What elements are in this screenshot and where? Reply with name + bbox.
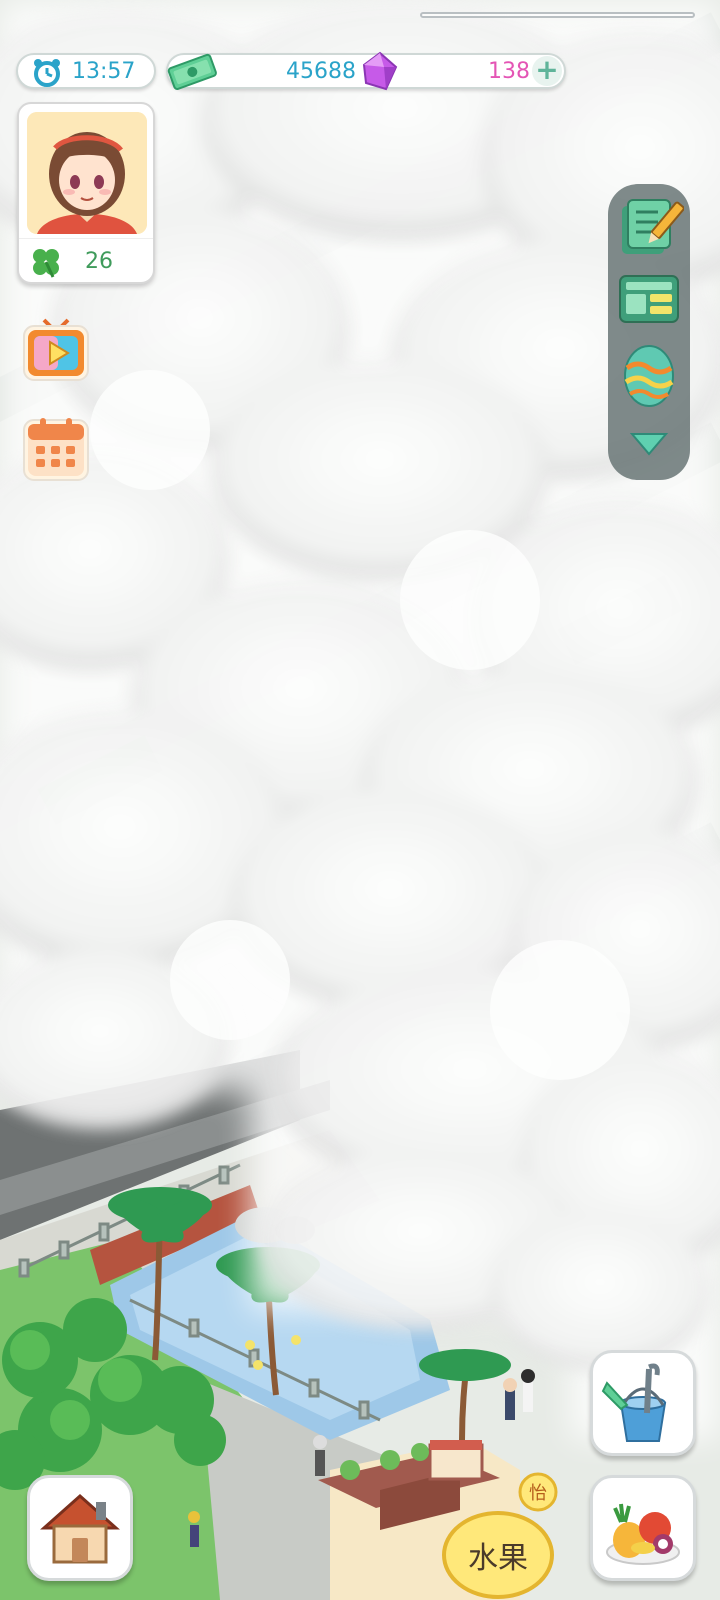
house-icon	[40, 1493, 120, 1564]
collapse-panel-button[interactable]	[628, 424, 670, 464]
player-level-row: 26	[19, 238, 153, 283]
bucket-tools-icon	[601, 1363, 667, 1442]
cash-bill-icon	[167, 53, 217, 90]
home-button[interactable]	[27, 1475, 133, 1581]
gem-amount: 138	[488, 59, 530, 84]
easter-egg-icon	[624, 345, 674, 407]
player-level: 26	[85, 249, 113, 274]
alarm-clock-icon	[34, 59, 60, 87]
calendar-button[interactable]	[20, 412, 92, 484]
tv-play-icon	[23, 318, 89, 381]
avatar-portrait-image	[27, 112, 147, 234]
tasks-button[interactable]	[614, 192, 685, 262]
triangle-down-icon	[629, 433, 669, 456]
news-button[interactable]	[614, 264, 684, 334]
tool-panel	[608, 184, 690, 480]
shop-badge: 怡	[529, 1483, 547, 1504]
clock-display: 13:57	[16, 53, 156, 89]
game-screen: 怡 水果 13:57 45688 138 + 26	[0, 0, 720, 1600]
currency-bar: 45688 138 +	[166, 51, 566, 91]
add-currency-button[interactable]: +	[532, 56, 562, 86]
player-avatar[interactable]	[27, 112, 147, 234]
shop-sign: 水果	[468, 1541, 528, 1576]
newspaper-icon	[619, 275, 679, 323]
task-list-pencil-icon	[622, 199, 685, 254]
system-gesture-bar[interactable]	[420, 12, 695, 18]
fruit-basket-icon	[606, 1503, 680, 1565]
player-profile-card[interactable]: 26	[17, 102, 155, 284]
purple-gem-icon	[362, 51, 398, 91]
easter-event-button[interactable]	[614, 338, 684, 408]
four-leaf-clover-icon	[33, 249, 59, 278]
calendar-icon	[23, 418, 89, 481]
watch-video-button[interactable]	[20, 314, 92, 386]
cleanup-tools-button[interactable]	[590, 1350, 696, 1456]
fruit-basket-button[interactable]	[590, 1475, 696, 1581]
clock-time: 13:57	[72, 59, 136, 84]
